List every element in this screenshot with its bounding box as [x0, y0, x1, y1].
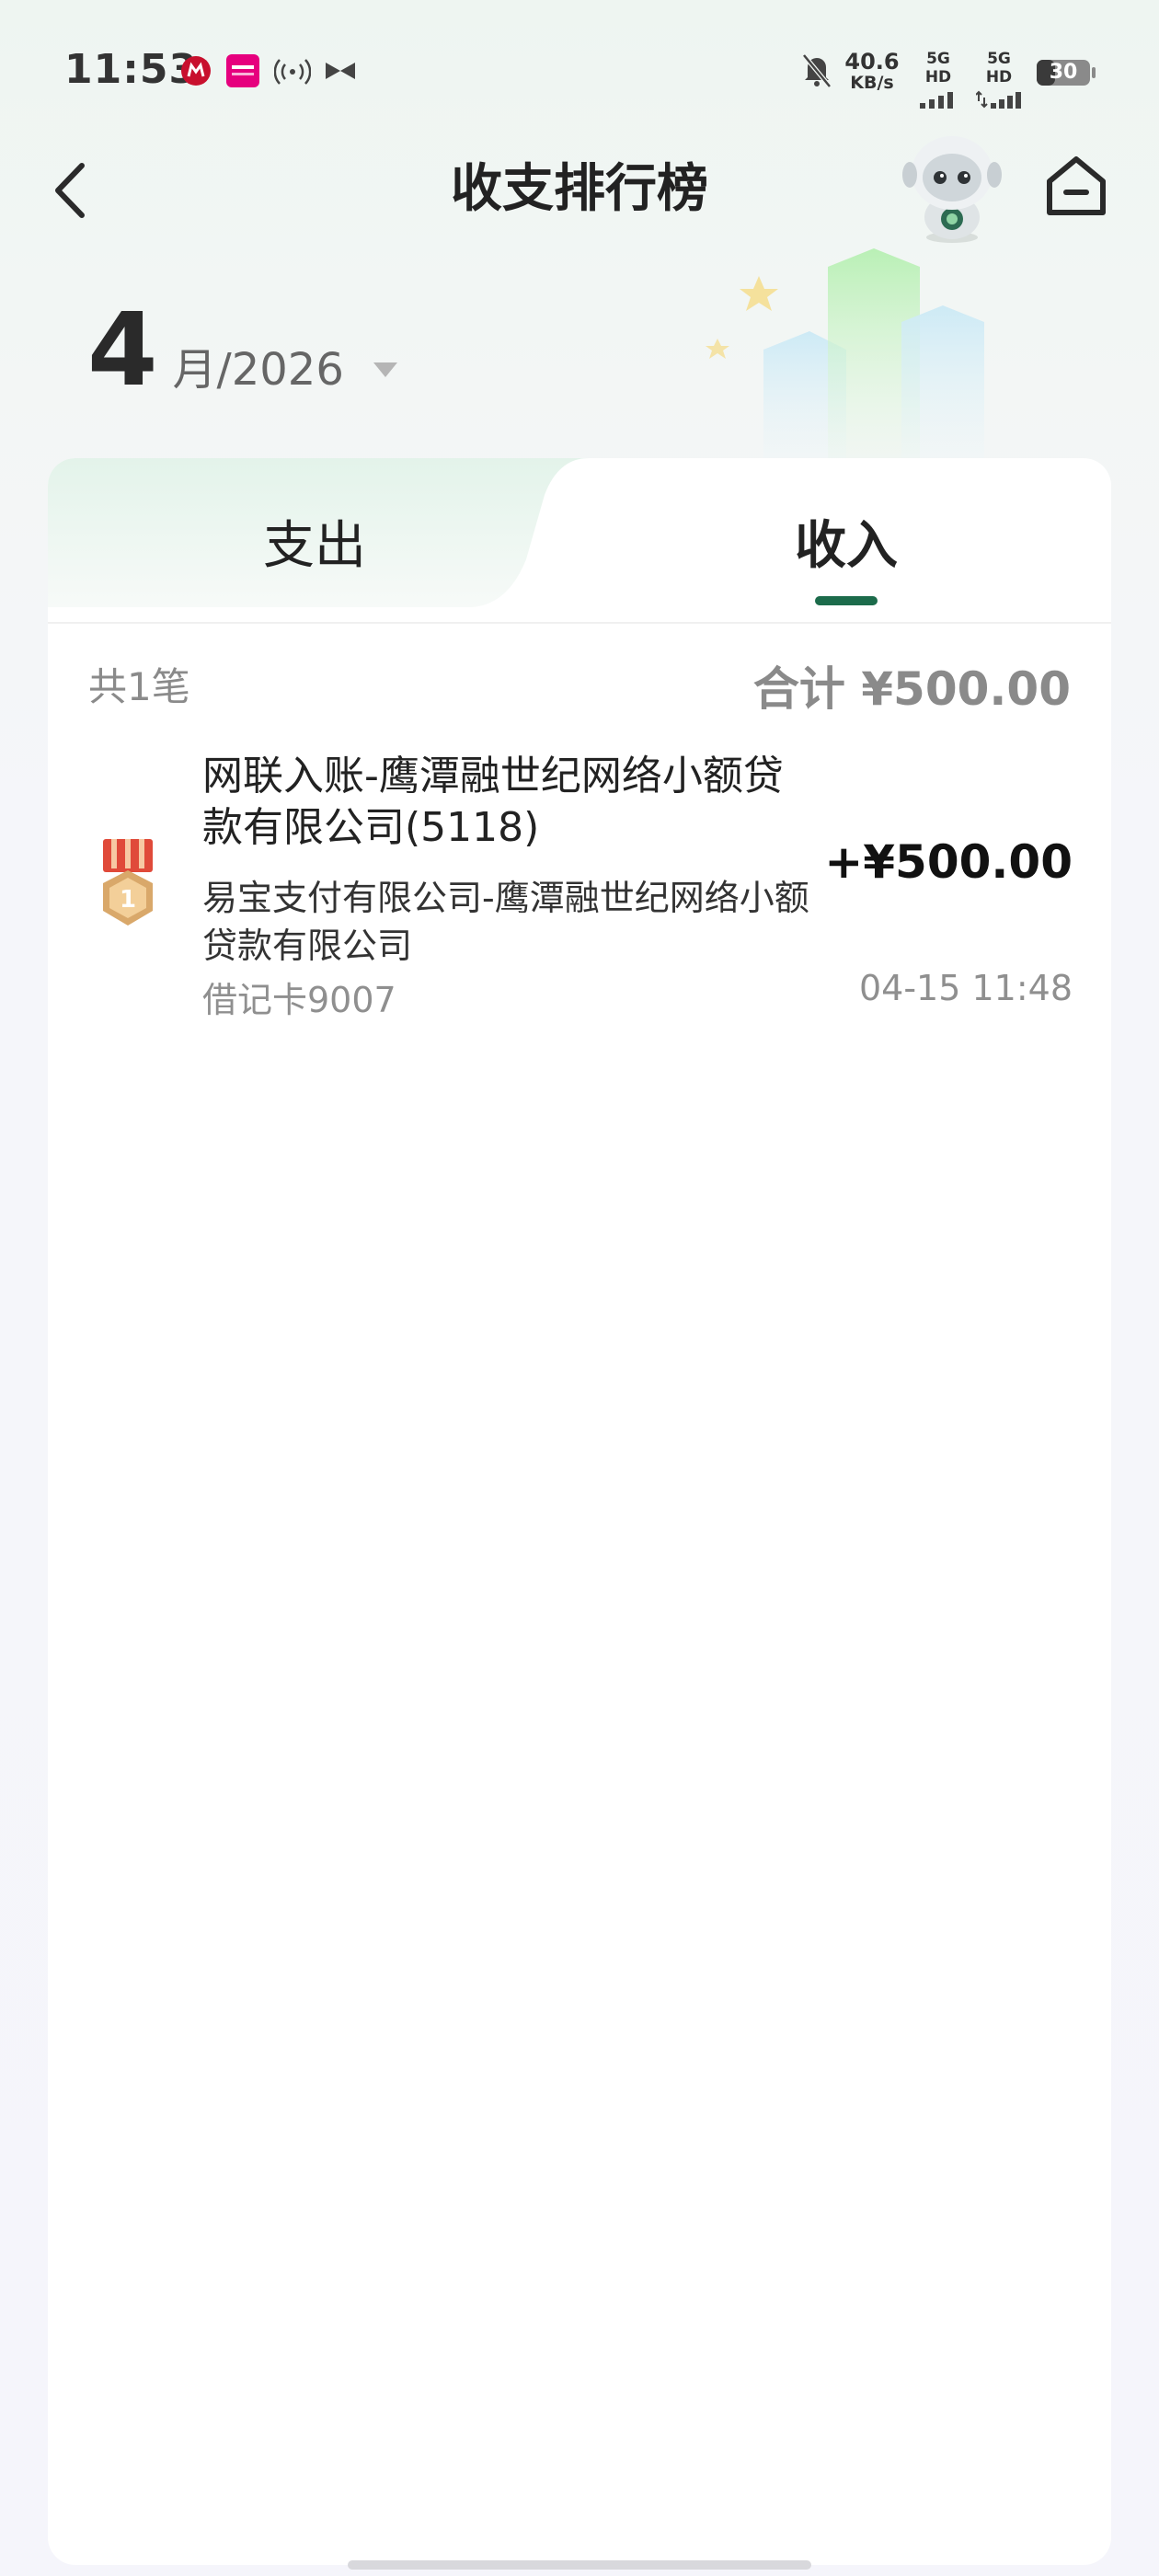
sim1-signal: 5G HD [911, 50, 966, 111]
record-title: 网联入账-鹰潭融世纪网络小额贷 款有限公司(5118) [202, 751, 846, 854]
home-button[interactable] [1039, 149, 1113, 223]
mute-icon [800, 52, 833, 88]
rank-number: 1 [120, 886, 136, 914]
tab-income-label: 收入 [795, 515, 898, 576]
ranking-card: 支出 收入 共1笔 合计 ¥500.00 1 网联入账-鹰潭融世纪网络小额贷 款… [48, 458, 1111, 2565]
signal-icon [920, 92, 953, 109]
tab-expense[interactable]: 支出 [48, 458, 581, 624]
record-amount: +¥500.00 [824, 835, 1073, 889]
status-time: 11:53 [64, 46, 199, 93]
month-selector[interactable]: 4 月/2026 [87, 291, 397, 408]
rank-1-medal-icon: 1 [103, 839, 153, 926]
list-item[interactable]: 1 网联入账-鹰潭融世纪网络小额贷 款有限公司(5118) 易宝支付有限公司-鹰… [48, 743, 1111, 1029]
home-icon [1047, 156, 1106, 215]
active-tab-indicator [815, 596, 878, 605]
record-counterparty: 易宝支付有限公司-鹰潭融世纪网络小额 贷款有限公司 [202, 874, 865, 970]
signal-icon [975, 90, 1021, 109]
tab-divider [48, 622, 1111, 624]
battery-level: 30 [1049, 61, 1078, 84]
header-decoration [681, 230, 1067, 460]
record-counterparty-line2: 贷款有限公司 [202, 926, 413, 966]
pink-app-icon [225, 53, 260, 88]
net-speed-value: 40.6 [844, 49, 900, 75]
sim2-label: 5G HD [985, 50, 1013, 86]
battery-icon: 30 [1036, 57, 1096, 88]
month-number: 4 [87, 291, 158, 408]
status-bar: 11:53 40.6 KB/s 5G HD 5G HD 30 [0, 0, 1159, 138]
month-year-label: 月/2026 [172, 344, 344, 396]
sim2-signal: 5G HD [971, 50, 1027, 111]
hotspot-icon [274, 53, 311, 86]
assistant-button[interactable] [897, 127, 1007, 247]
tab-expense-label: 支出 [263, 515, 366, 576]
gesture-bar[interactable] [348, 2560, 811, 2570]
total-amount: 合计 ¥500.00 [752, 662, 1071, 716]
sim1-label: 5G HD [924, 50, 952, 86]
robot-assistant-icon [902, 136, 1002, 243]
record-title-line1: 网联入账-鹰潭融世纪网络小额贷 [202, 753, 784, 799]
record-counterparty-line1: 易宝支付有限公司-鹰潭融世纪网络小额 [202, 878, 809, 918]
net-speed: 40.6 KB/s [844, 50, 900, 92]
record-count: 共1笔 [88, 664, 190, 709]
bowtie-icon [324, 61, 357, 81]
record-title-line2: 款有限公司(5118) [202, 804, 540, 851]
record-time: 04-15 11:48 [858, 968, 1073, 1008]
buildings-illustration [706, 248, 984, 460]
cmb-logo-icon [180, 55, 212, 86]
net-speed-unit: KB/s [850, 73, 894, 93]
record-card: 借记卡9007 [202, 980, 396, 1020]
summary-row: 共1笔 合计 ¥500.00 [88, 656, 1071, 716]
caret-down-icon [373, 362, 397, 377]
